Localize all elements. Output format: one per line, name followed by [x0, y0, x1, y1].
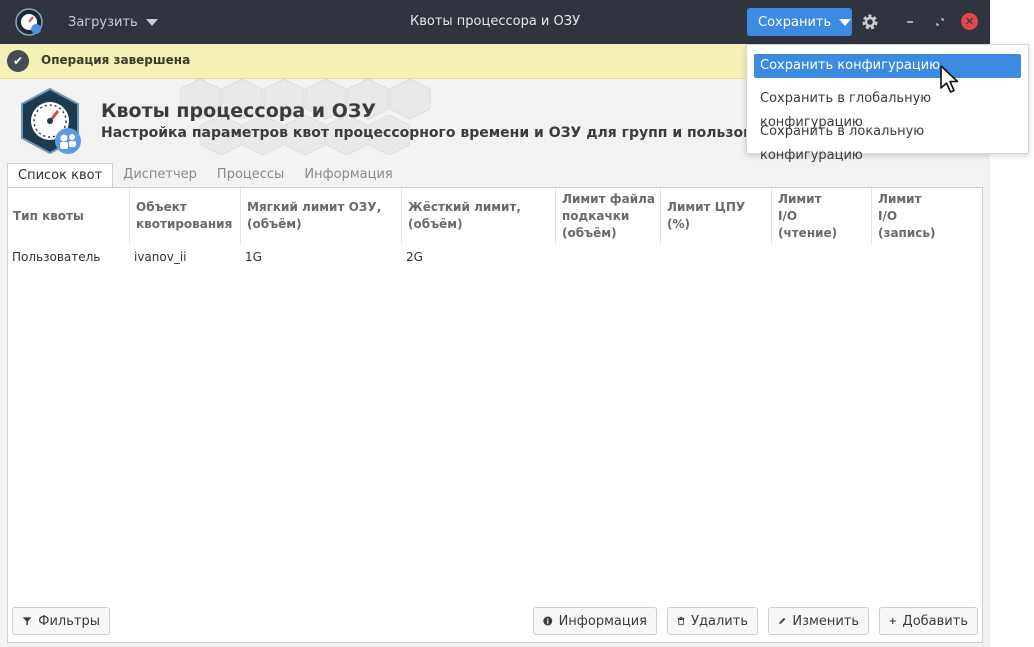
info-icon [543, 616, 553, 626]
filters-label: Фильтры [38, 613, 100, 629]
menu-item-save-global[interactable]: Сохранить в глобальную конфигурацию [754, 87, 1021, 130]
column-header-cpu-limit[interactable]: Лимит ЦПУ (%) [660, 188, 770, 244]
tab-bar: Список квот Диспетчер Процессы Информаци… [7, 163, 403, 189]
menu-item-save-local[interactable]: Сохранить в локальную конфигурацию [754, 120, 1021, 163]
tab-quota-list[interactable]: Список квот [7, 163, 114, 189]
column-header-line: Лимит [878, 191, 922, 206]
table-cell: 2G [406, 250, 423, 264]
column-header-line: Лимит [778, 191, 822, 206]
trash-icon [677, 616, 685, 626]
column-header-line: (чтение) [778, 225, 838, 240]
table-cell: ivanov_ii [134, 250, 187, 264]
add-label: Добавить [902, 613, 968, 629]
chevron-down-icon [145, 18, 158, 26]
quota-table-panel: Тип квоты Объект квотирования Мягкий лим… [7, 187, 983, 643]
save-label: Сохранить [758, 14, 832, 30]
save-dropdown-menu: Сохранить конфигурацию Сохранить в глоба… [746, 44, 1029, 163]
column-header-line: Лимит файла [562, 191, 656, 206]
minimize-icon [907, 21, 913, 23]
close-button[interactable]: ✕ [961, 13, 978, 30]
info-button[interactable]: Информация [533, 607, 657, 635]
column-header-line: (объём) [247, 217, 302, 231]
edit-button[interactable]: Изменить [768, 607, 869, 635]
notification-text: Операция завершена [41, 53, 191, 67]
pencil-icon [779, 617, 786, 624]
filter-icon [22, 617, 32, 626]
column-header-object[interactable]: Объект квотирования [129, 188, 240, 244]
chevron-down-icon [839, 18, 852, 26]
column-header-hard-limit[interactable]: Жёсткий лимит, (объём) [401, 188, 553, 244]
tab-information[interactable]: Информация [294, 163, 402, 187]
column-header-line: (объём) [562, 225, 617, 240]
delete-label: Удалить [691, 613, 748, 629]
gear-icon[interactable] [860, 12, 880, 32]
column-header-line: I/O [778, 208, 798, 223]
plus-icon [889, 617, 896, 625]
column-header-line: квотирования [136, 217, 233, 231]
column-header-line: Объект [136, 200, 187, 214]
table-cell: 1G [245, 250, 262, 264]
column-header-line: (запись) [878, 225, 936, 240]
delete-button[interactable]: Удалить [667, 607, 758, 635]
tab-dispatcher[interactable]: Диспетчер [113, 163, 207, 187]
quota-app-icon [21, 87, 81, 155]
column-header-line: I/O [878, 208, 898, 223]
save-menu-button[interactable]: Сохранить [747, 8, 852, 36]
add-button[interactable]: Добавить [879, 607, 978, 635]
column-header-io-write[interactable]: Лимит I/O (запись) [871, 188, 978, 244]
load-label: Загрузить [68, 14, 138, 30]
tab-processes[interactable]: Процессы [207, 163, 294, 187]
load-menu-button[interactable]: Загрузить [58, 10, 168, 34]
column-header-line: Лимит ЦПУ [667, 200, 746, 214]
close-icon: ✕ [964, 15, 975, 28]
column-header-line: подкачки [562, 208, 630, 223]
title-bar: Загрузить Квоты процессора и ОЗУ Сохрани… [0, 0, 990, 44]
column-header-quota-type[interactable]: Тип квоты [13, 188, 128, 244]
column-header-io-read[interactable]: Лимит I/O (чтение) [771, 188, 871, 244]
maximize-icon [936, 18, 944, 26]
page-title: Квоты процессора и ОЗУ [101, 100, 377, 122]
menu-item-save-config[interactable]: Сохранить конфигурацию [754, 54, 1021, 78]
column-header-swap-limit[interactable]: Лимит файла подкачки (объём) [555, 188, 660, 244]
column-header-line: (%) [667, 217, 690, 231]
mouse-cursor-icon [940, 65, 959, 93]
column-header-line: Жёсткий лимит, [408, 200, 521, 214]
page-subtitle: Настройка параметров квот процессорного … [101, 125, 809, 141]
maximize-button[interactable] [931, 13, 949, 31]
column-header-line: Тип квоты [13, 208, 84, 223]
app-logo-icon [15, 8, 43, 36]
table-cell: Пользователь [12, 250, 101, 264]
info-label: Информация [558, 613, 647, 629]
check-icon: ✔ [7, 50, 29, 72]
column-header-line: Мягкий лимит ОЗУ, [247, 200, 382, 214]
edit-label: Изменить [792, 613, 859, 629]
filters-button[interactable]: Фильтры [12, 607, 110, 635]
minimize-button[interactable] [901, 13, 919, 31]
column-header-line: (объём) [408, 217, 463, 231]
column-header-soft-limit[interactable]: Мягкий лимит ОЗУ, (объём) [240, 188, 402, 244]
